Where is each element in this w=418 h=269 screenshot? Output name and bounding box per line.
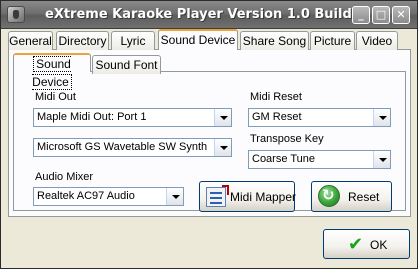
midi-out-label: Midi Out [35,91,76,103]
audio-mixer-value: Realtek AC97 Audio [37,190,135,202]
subtab-sound-device-label: Sound Device [32,56,72,90]
audio-mixer-select[interactable]: Realtek AC97 Audio [33,187,184,206]
tab-video[interactable]: Video [356,31,398,50]
title-bar[interactable]: eXtreme Karaoke Player Version 1.0 Build… [1,1,417,29]
tab-sound-device[interactable]: Sound Device [158,29,238,50]
midi-out-value: Maple Midi Out: Port 1 [37,111,147,123]
transpose-key-value: Coarse Tune [252,153,315,165]
transpose-key-select[interactable]: Coarse Tune [248,150,391,169]
subtab-sound-device[interactable]: Sound Device [13,53,91,90]
transpose-key-label: Transpose Key [250,133,324,145]
chevron-down-icon[interactable] [214,109,231,126]
tab-general[interactable]: General [8,31,53,50]
midi-mapper-icon [206,185,229,207]
window-title: eXtreme Karaoke Player Version 1.0 Build… [45,7,366,22]
reset-label: Reset [348,190,380,204]
reset-button[interactable]: Reset [311,181,392,212]
close-button[interactable]: ✕ [392,6,410,24]
chevron-down-icon[interactable] [373,151,390,168]
options-dialog: eXtreme Karaoke Player Version 1.0 Build… [0,0,418,269]
karaoke-app-icon[interactable] [7,6,25,23]
subtab-sound-font[interactable]: Sound Font [92,55,161,74]
midi-reset-label: Midi Reset [250,91,302,103]
midi-reset-select[interactable]: GM Reset [248,108,391,127]
tab-picture[interactable]: Picture [310,31,355,50]
tab-share-song[interactable]: Share Song [240,31,309,50]
audio-mixer-label: Audio Mixer [35,171,94,183]
chevron-down-icon[interactable] [166,188,183,205]
ok-button[interactable]: ✔ OK [323,229,410,259]
midi-reset-value: GM Reset [252,111,302,123]
tab-lyric[interactable]: Lyric [111,31,155,50]
reset-icon [318,185,340,207]
midi-out-select[interactable]: Maple Midi Out: Port 1 [33,108,232,127]
chevron-down-icon[interactable] [214,139,231,156]
tab-directory[interactable]: Directory [56,31,109,50]
checkmark-icon: ✔ [348,234,364,255]
maximize-button[interactable]: □ [372,6,390,24]
midi-synth-value: Microsoft GS Wavetable SW Synth [37,141,208,153]
chevron-down-icon[interactable] [373,109,390,126]
midi-synth-select[interactable]: Microsoft GS Wavetable SW Synth [33,138,232,157]
ok-label: OK [370,238,388,252]
minimize-button[interactable]: _ [352,6,370,24]
midi-mapper-label: Midi Mapper [230,190,297,204]
midi-mapper-button[interactable]: Midi Mapper [199,181,297,212]
